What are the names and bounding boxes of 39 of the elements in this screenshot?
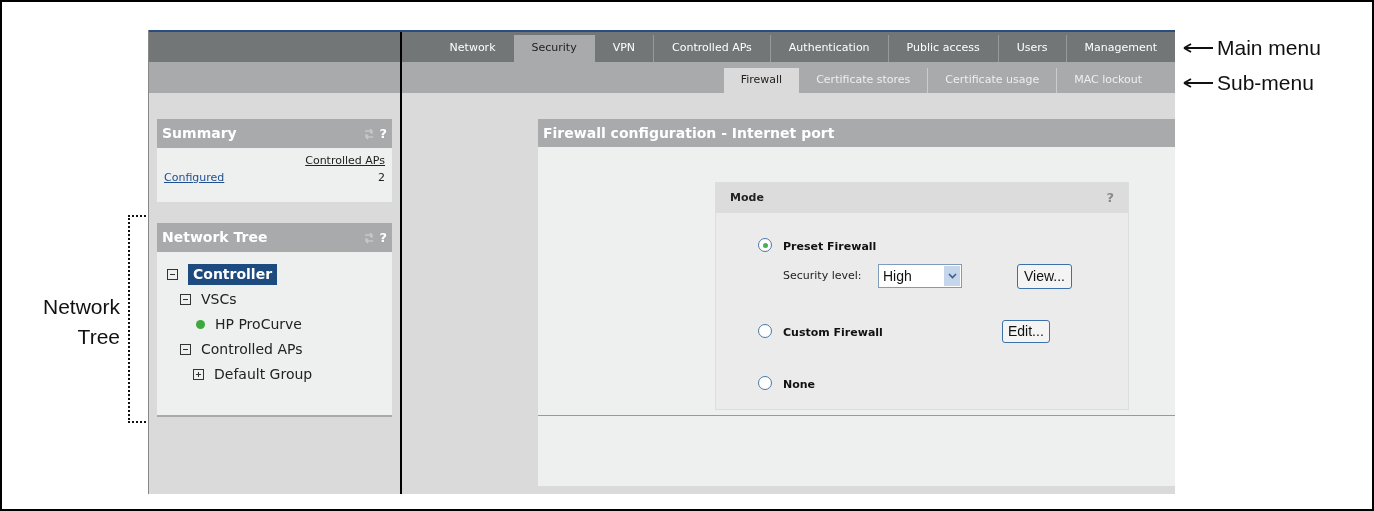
- main-menu-tab[interactable]: Network: [431, 35, 514, 62]
- radio-button[interactable]: [758, 324, 772, 338]
- radio-label: Preset Firewall: [783, 240, 877, 253]
- radio-label: None: [783, 378, 816, 391]
- tree-item[interactable]: Controller: [188, 264, 278, 285]
- help-icon[interactable]: ?: [379, 227, 387, 248]
- tree-item[interactable]: VSCs: [201, 289, 237, 310]
- column-header[interactable]: Controlled APs: [305, 153, 385, 170]
- sub-menu-tab[interactable]: Firewall: [723, 68, 800, 93]
- panel-title: Network Tree: [162, 228, 268, 247]
- callout-label: Network Tree: [41, 294, 120, 350]
- expand-icon[interactable]: [193, 369, 204, 380]
- collapse-icon[interactable]: [180, 294, 191, 305]
- main-menu-tab[interactable]: VPN: [594, 35, 654, 62]
- link[interactable]: Configured: [164, 169, 225, 186]
- panel-title: Summary: [162, 124, 237, 143]
- security-level-dropdown[interactable]: High: [878, 264, 962, 288]
- tree-item[interactable]: HP ProCurve: [215, 314, 302, 335]
- callout-label: Main menu: [1217, 35, 1321, 61]
- radio-button[interactable]: [758, 376, 772, 390]
- radio-button[interactable]: [758, 238, 772, 252]
- count-text: 2: [378, 169, 385, 186]
- section-title: Mode: [730, 189, 764, 206]
- help-icon[interactable]: ?: [1106, 188, 1114, 208]
- edit-button[interactable]: Edit...: [1002, 319, 1050, 343]
- caret-icon: [944, 266, 960, 286]
- tree-item[interactable]: Controlled APs: [201, 339, 303, 360]
- field-label: Security level:: [783, 267, 863, 284]
- panel-title: Firewall configuration - Internet port: [543, 123, 835, 143]
- arrow-icon: [1183, 42, 1213, 53]
- view-button[interactable]: View...: [1017, 263, 1072, 289]
- main-menu-tab[interactable]: Security: [513, 35, 595, 62]
- callout-label: Sub-menu: [1217, 70, 1314, 96]
- help-icon[interactable]: ?: [379, 123, 387, 144]
- arrow-icon: [1183, 77, 1213, 88]
- tree-item[interactable]: Default Group: [214, 364, 313, 385]
- collapse-icon[interactable]: [167, 269, 178, 280]
- collapse-icon[interactable]: [180, 344, 191, 355]
- radio-label: Custom Firewall: [783, 326, 883, 339]
